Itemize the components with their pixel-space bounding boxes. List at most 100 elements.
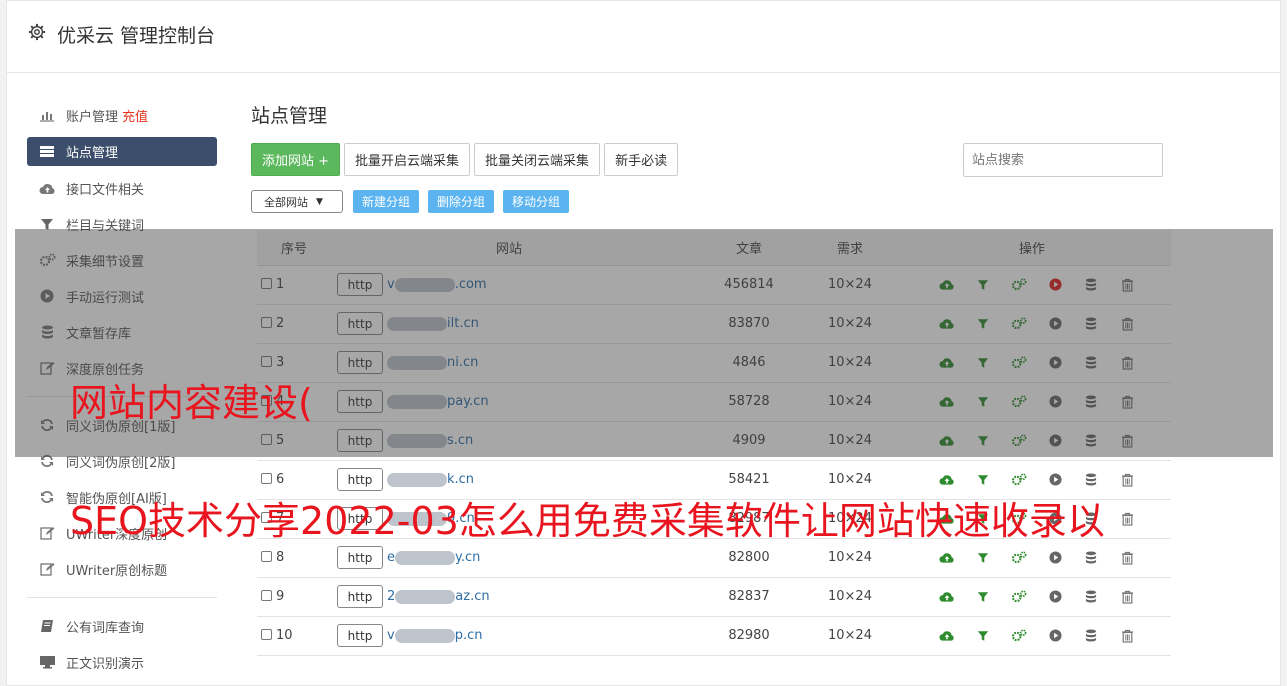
play-icon[interactable] xyxy=(1037,629,1073,642)
add-site-button[interactable]: 添加网站 + xyxy=(251,143,341,176)
monitor-icon xyxy=(38,655,56,669)
row-number: 8 xyxy=(276,550,285,565)
protocol-badge[interactable]: http xyxy=(337,546,383,569)
domain-start: e xyxy=(387,550,395,565)
article-count[interactable]: 82837 xyxy=(691,577,807,617)
batch-enable-cloud-button[interactable]: 批量开启云端采集 xyxy=(344,143,471,176)
domain-start: 2 xyxy=(387,589,396,604)
chevron-down-icon: ▼ xyxy=(316,196,323,207)
row-number-cell: 10 xyxy=(257,616,327,656)
sidebar-item-items2-4[interactable]: UWriter原创标题 xyxy=(27,551,217,587)
sidebar-item-label: 公有词库查询 xyxy=(66,620,145,636)
toolbar: 添加网站 + 批量开启云端采集 批量关闭云端采集 新手必读 xyxy=(251,143,682,176)
row-checkbox[interactable] xyxy=(261,551,272,562)
domain-redaction xyxy=(395,550,455,565)
book-icon xyxy=(38,619,56,633)
row-number: 6 xyxy=(276,472,285,487)
protocol-badge[interactable]: http xyxy=(337,585,383,608)
edit-icon xyxy=(38,526,56,540)
edit-icon xyxy=(38,562,56,576)
filter-icon[interactable] xyxy=(965,552,1001,564)
list-icon xyxy=(38,145,56,159)
trash-icon[interactable] xyxy=(1109,551,1145,565)
sidebar-item-items-0[interactable]: 账户管理 充值 xyxy=(27,97,217,133)
page-title: 站点管理 xyxy=(251,105,328,127)
sidebar-item-items-2[interactable]: 接口文件相关 xyxy=(27,170,217,206)
sidebar-item-items-1[interactable]: 站点管理 xyxy=(27,137,217,166)
demand-value[interactable]: 10×24 xyxy=(807,616,893,656)
move-group-button[interactable]: 移动分组 xyxy=(503,190,570,213)
sidebar-divider xyxy=(27,597,217,598)
site-domain[interactable]: v p.cn xyxy=(387,628,482,643)
group-select-value: 全部网站 xyxy=(264,195,308,209)
filter-icon[interactable] xyxy=(965,474,1001,486)
sidebar-item-label: 站点管理 xyxy=(66,146,119,161)
app-title: 优采云 管理控制台 xyxy=(57,25,216,47)
operations-cell xyxy=(893,616,1171,656)
protocol-badge[interactable]: http xyxy=(337,468,383,491)
demand-value[interactable]: 10×24 xyxy=(807,577,893,617)
play-icon[interactable] xyxy=(1037,473,1073,486)
domain-end: y.cn xyxy=(455,550,481,565)
sidebar-item-label: UWriter原创标题 xyxy=(66,563,168,579)
gears-icon[interactable] xyxy=(1001,551,1037,564)
overlay-caption-1: 网站内容建设( xyxy=(70,381,313,425)
delete-group-button[interactable]: 删除分组 xyxy=(428,190,495,213)
bar-chart-icon xyxy=(38,108,56,122)
cloud-upload-icon[interactable] xyxy=(929,629,965,642)
sidebar-item-items3-0[interactable]: 公有词库查询 xyxy=(27,608,217,644)
operations-cell xyxy=(893,577,1171,617)
new-group-button[interactable]: 新建分组 xyxy=(353,190,420,213)
cloud-upload-icon[interactable] xyxy=(929,473,965,486)
domain-end: p.cn xyxy=(454,628,483,643)
row-checkbox[interactable] xyxy=(261,629,272,640)
sidebar-item-items3-1[interactable]: 正文识别演示 xyxy=(27,644,217,680)
trash-icon[interactable] xyxy=(1109,512,1145,526)
refresh-icon xyxy=(38,490,56,504)
recharge-link[interactable]: 充值 xyxy=(122,106,148,125)
row-checkbox[interactable] xyxy=(261,473,272,484)
beginner-guide-button[interactable]: 新手必读 xyxy=(604,143,679,176)
database-icon[interactable] xyxy=(1073,473,1109,486)
site-search-input[interactable] xyxy=(963,143,1163,177)
gears-icon[interactable] xyxy=(1001,590,1037,603)
site-domain[interactable]: k.cn xyxy=(387,472,474,487)
domain-end: az.cn xyxy=(455,589,490,604)
domain-end: k.cn xyxy=(447,472,475,487)
row-number: 9 xyxy=(276,589,285,604)
cloud-upload-icon[interactable] xyxy=(929,551,965,564)
database-icon[interactable] xyxy=(1073,551,1109,564)
domain-redaction xyxy=(387,472,447,487)
play-icon[interactable] xyxy=(1037,551,1073,564)
database-icon[interactable] xyxy=(1073,629,1109,642)
sidebar-item-label: 正文识别演示 xyxy=(66,656,145,672)
row-number-cell: 9 xyxy=(257,577,327,617)
article-count[interactable]: 82980 xyxy=(691,616,807,656)
filter-icon[interactable] xyxy=(965,630,1001,642)
site-domain[interactable]: 2 az.cn xyxy=(387,589,490,604)
row-checkbox[interactable] xyxy=(261,590,272,601)
gears-icon[interactable] xyxy=(1001,629,1037,642)
cloud-upload-icon[interactable] xyxy=(929,590,965,603)
trash-icon[interactable] xyxy=(1109,473,1145,487)
sidebar-item-label: 接口文件相关 xyxy=(66,182,145,198)
gear-icon xyxy=(28,23,46,41)
cloud-upload-icon xyxy=(38,181,56,195)
sidebar-item-label: 账户管理 xyxy=(66,109,119,125)
domain-redaction xyxy=(394,628,455,643)
batch-disable-cloud-button[interactable]: 批量关闭云端采集 xyxy=(474,143,601,176)
group-controls: 全部网站 ▼ 新建分组 删除分组 移动分组 xyxy=(251,190,578,213)
main-panel: 站点管理 添加网站 + 批量开启云端采集 批量关闭云端采集 新手必读 全部网站 … xyxy=(251,101,1171,656)
trash-icon[interactable] xyxy=(1109,590,1145,604)
filter-icon[interactable] xyxy=(965,591,1001,603)
row-number: 10 xyxy=(276,628,293,643)
gears-icon[interactable] xyxy=(1001,473,1037,486)
overlay-caption-2: SEO技术分享2022-03怎么用免费采集软件让网站快速收录以 xyxy=(70,499,1105,543)
database-icon[interactable] xyxy=(1073,590,1109,603)
top-bar: 优采云 管理控制台 xyxy=(7,1,1280,73)
trash-icon[interactable] xyxy=(1109,629,1145,643)
protocol-badge[interactable]: http xyxy=(337,624,383,647)
group-select[interactable]: 全部网站 ▼ xyxy=(251,190,343,213)
site-domain[interactable]: e y.cn xyxy=(387,550,480,565)
play-icon[interactable] xyxy=(1037,590,1073,603)
